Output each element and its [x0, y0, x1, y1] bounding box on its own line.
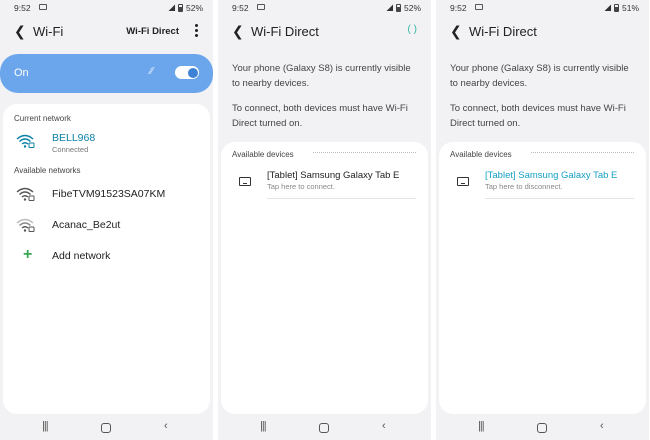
network-name: Acanac_Be2ut	[52, 219, 121, 231]
page-title: Wi-Fi Direct	[251, 24, 319, 39]
wifi-lock-icon	[16, 218, 35, 232]
signal-icon: ◢	[168, 2, 175, 12]
network-row[interactable]: Acanac_Be2ut	[3, 211, 210, 241]
back-arrow-icon[interactable]: ❮	[232, 23, 244, 40]
add-network-button[interactable]: + Add network	[3, 242, 210, 272]
recent-apps-icon[interactable]: |||	[478, 420, 485, 432]
page-title: Wi-Fi	[33, 24, 64, 39]
home-icon[interactable]	[101, 423, 111, 433]
recent-apps-icon[interactable]: |||	[260, 420, 267, 432]
back-arrow-icon[interactable]: ❮	[450, 23, 462, 40]
battery-icon	[613, 3, 619, 12]
scanning-spinner-icon: ( )	[407, 24, 417, 35]
notification-icon	[257, 4, 265, 10]
available-networks-heading: Available networks	[14, 166, 81, 175]
available-devices-heading: Available devices	[450, 150, 512, 159]
status-time: 9:52	[450, 3, 467, 13]
device-name: [Tablet] Samsung Galaxy Tab E	[267, 170, 400, 181]
home-icon[interactable]	[537, 423, 547, 433]
network-name: BELL968	[52, 132, 96, 144]
battery-percent: 52%	[185, 2, 203, 13]
page-title: Wi-Fi Direct	[469, 24, 537, 39]
signal-icon: ◢	[604, 2, 611, 12]
battery-icon	[395, 3, 401, 12]
app-bar: ❮ Wi-Fi Direct	[436, 16, 649, 46]
status-bar: 9:52 ◢ 51%	[436, 0, 649, 16]
home-icon[interactable]	[319, 423, 329, 433]
status-time: 9:52	[14, 3, 31, 13]
wifi-toggle-bar[interactable]: On ⁄∕	[0, 54, 213, 93]
network-row[interactable]: FibeTVM91523SA07KM	[3, 180, 210, 210]
visibility-description: Your phone (Galaxy S8) is currently visi…	[450, 63, 629, 89]
tablet-icon	[457, 177, 469, 186]
device-name: [Tablet] Samsung Galaxy Tab E	[485, 170, 618, 181]
notification-icon	[39, 4, 47, 10]
wifi-direct-connected-screen: 9:52 ◢ 51% ❮ Wi-Fi Direct Your phone (Ga…	[436, 0, 649, 440]
status-bar: 9:52 ◢ 52%	[218, 0, 431, 16]
toggle-label: On	[14, 67, 29, 79]
wifi-direct-screen: 9:52 ◢ 52% ❮ Wi-Fi Direct ( ) Your phone…	[218, 0, 431, 440]
navigation-bar: ||| ‹	[436, 414, 649, 440]
wifi-settings-screen: 9:52 ◢ 52% ❮ Wi-Fi Wi-Fi Direct On ⁄∕ Cu…	[0, 0, 213, 440]
wifi-lock-icon	[16, 134, 35, 148]
battery-percent: 51%	[621, 2, 639, 13]
app-bar: ❮ Wi-Fi Direct ( )	[218, 16, 431, 46]
nav-back-icon[interactable]: ‹	[600, 420, 604, 432]
networks-card: Current network BELL968 Connected Availa…	[3, 104, 210, 414]
device-action-hint: Tap here to connect.	[267, 182, 335, 191]
wifi-direct-button[interactable]: Wi-Fi Direct	[126, 26, 179, 37]
more-options-icon[interactable]	[194, 24, 198, 37]
current-network-heading: Current network	[14, 114, 71, 123]
device-action-hint: Tap here to disconnect.	[485, 182, 563, 191]
network-row-current[interactable]: BELL968 Connected	[3, 127, 210, 157]
tablet-icon	[239, 177, 251, 186]
visibility-description: Your phone (Galaxy S8) is currently visi…	[232, 63, 411, 89]
plus-icon: +	[23, 246, 33, 263]
devices-card: Available devices [Tablet] Samsung Galax…	[439, 142, 646, 414]
connect-instructions: To connect, both devices must have Wi-Fi…	[450, 103, 626, 129]
loading-spinner-icon: ⁄∕	[150, 66, 154, 77]
connect-instructions: To connect, both devices must have Wi-Fi…	[232, 103, 408, 129]
nav-back-icon[interactable]: ‹	[382, 420, 386, 432]
wifi-switch[interactable]	[175, 66, 199, 79]
battery-icon	[177, 3, 183, 12]
network-name: FibeTVM91523SA07KM	[52, 188, 166, 200]
available-devices-heading: Available devices	[232, 150, 294, 159]
back-arrow-icon[interactable]: ❮	[14, 23, 26, 40]
recent-apps-icon[interactable]: |||	[42, 420, 49, 432]
devices-card: Available devices [Tablet] Samsung Galax…	[221, 142, 428, 414]
navigation-bar: ||| ‹	[0, 414, 213, 440]
wifi-lock-icon	[16, 187, 35, 201]
network-status: Connected	[52, 145, 89, 154]
signal-icon: ◢	[386, 2, 393, 12]
navigation-bar: ||| ‹	[218, 414, 431, 440]
status-time: 9:52	[232, 3, 249, 13]
nav-back-icon[interactable]: ‹	[164, 420, 168, 432]
app-bar: ❮ Wi-Fi Wi-Fi Direct	[0, 16, 213, 46]
notification-icon	[475, 4, 483, 10]
add-network-label: Add network	[52, 250, 111, 262]
battery-percent: 52%	[403, 2, 421, 13]
status-bar: 9:52 ◢ 52%	[0, 0, 213, 16]
